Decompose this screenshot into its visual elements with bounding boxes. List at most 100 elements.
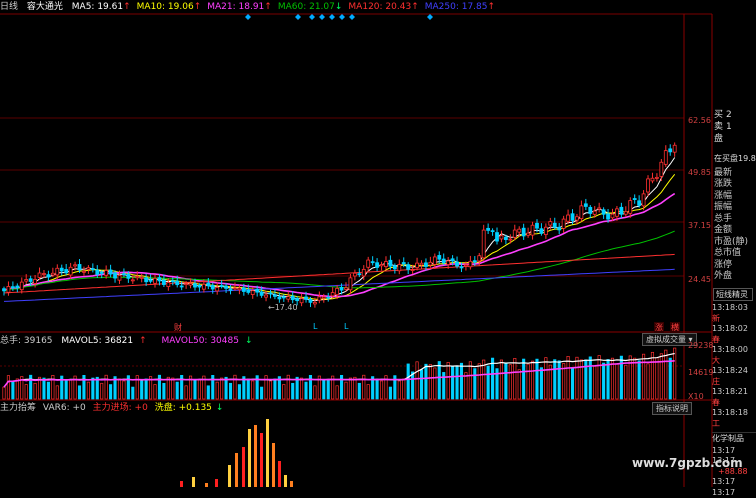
candle-body [96,270,99,274]
candle-body [154,278,157,283]
tick-row[interactable]: 13:18:18 工 [712,408,756,429]
candle-body [393,266,396,269]
ma-legend: 日线 容大通光 MA5: 19.61↑MA10: 19.06↑MA21: 18.… [0,0,507,14]
candlesticks [3,142,677,307]
volume-bar [65,380,67,399]
tick-text: 工 [712,419,720,428]
candle-body [336,288,339,294]
short-line-ticks: 13:18:03 新13:18:02 春13:18:00 大13:18:24 庄… [712,303,756,429]
volume-bar [207,386,209,399]
volume-bar [558,361,560,399]
volume-bar [647,364,649,399]
candle-body [198,285,201,287]
tick-row[interactable]: 13:18:21 春 [712,387,756,408]
indicator-xipan-arrow: ↓ [216,403,224,413]
quote-num-1: 2 [726,110,732,122]
candle-body [575,217,578,220]
indicator-bar [266,419,269,487]
volume-bar [451,366,453,399]
short-line-tab[interactable]: 短线精灵 [713,288,753,302]
candle-body [247,290,250,292]
volume-bar [376,379,378,399]
marker-l1: L [313,322,317,331]
signal-diamond [295,14,301,20]
candle-body [584,204,587,207]
volume-bar [283,385,285,399]
indicator-xipan: 洗盘: +0.135 ↓ [155,403,228,413]
tick-row[interactable]: 13:18:02 春 [712,324,756,345]
ma-item-1: MA10: 19.06↑ [137,2,202,12]
ma-line-60 [4,231,675,291]
volume-bar [518,370,520,399]
quote-num-2: 1 [726,122,732,134]
candle-body [398,265,401,271]
tick-row[interactable]: 13:18:03 新 [712,303,756,324]
candle-body [211,285,214,289]
sector-label[interactable]: 化学制品 [712,432,756,445]
tick-row[interactable]: 13:18:00 大 [712,345,756,366]
signal-diamonds [245,14,433,20]
indicator-bar [205,483,208,487]
volume-bar [336,386,338,399]
candle-body [91,269,94,270]
candle-body [193,284,196,287]
candle-body [487,228,490,230]
volume-bar [260,387,262,399]
candle-body [358,274,361,275]
volume-bar [380,381,382,399]
indicator-bar [284,475,287,487]
inner-label: 在买盘19.87位 [714,153,756,165]
ma-value: MA5: 19.61 [72,2,123,12]
low-price-value: 17.40 [275,303,298,312]
indicator-name[interactable]: 容大通光 [27,2,63,12]
price-axis-top: 62.56 [688,116,711,125]
volume-bar [247,379,249,399]
volume-bar [491,358,493,399]
candle-body [87,268,90,270]
candle-body [42,274,45,275]
candle-body [69,267,72,275]
volume-bar [154,385,156,399]
candle-body [47,275,50,277]
indicator-title[interactable]: 主力抬筹 [0,403,36,413]
candle-body [478,256,481,261]
candle-body [589,207,592,213]
candle-body [420,263,423,265]
volume-bar [123,381,125,399]
ma-value: MA10: 19.06 [137,2,194,12]
indicator-bar [192,477,195,487]
tick-row[interactable]: 13:18:24 庄 [712,366,756,387]
candle-body [269,293,272,294]
candle-body [7,286,10,292]
mavol50-arrow: ↓ [245,336,253,346]
candle-body [282,297,285,298]
tick-time: 13:18:02 [712,324,748,333]
candle-body [260,292,263,295]
candle-body [340,287,343,290]
candle-body [140,277,143,278]
candle-body [207,283,210,286]
volume-bar [194,380,196,399]
candle-body [167,282,170,286]
volume-bar [34,383,36,399]
period-label[interactable]: 日线 [0,2,18,12]
volume-bar [398,381,400,399]
indicator-help-button[interactable]: 指标说明 [652,402,692,415]
volume-bar [438,362,440,399]
candle-body [504,237,507,239]
candle-body [118,275,121,280]
candle-body [456,262,459,266]
candle-body [265,295,268,297]
low-price-marker: ←17.40 [268,303,298,312]
tick-time: 13:18:03 [712,303,748,312]
candle-body [491,231,494,232]
candle-body [109,270,112,274]
volume-bar [469,362,471,399]
indicator-xipan-value: 洗盘: +0.135 [155,403,212,413]
candle-body [482,230,485,258]
ma-item-3: MA60: 21.07↓ [278,2,343,12]
marker-zhang: 涨 [654,322,664,333]
ma-value: MA60: 21.07 [278,2,335,12]
volume-bar [660,354,662,399]
volume-bar [389,387,391,399]
